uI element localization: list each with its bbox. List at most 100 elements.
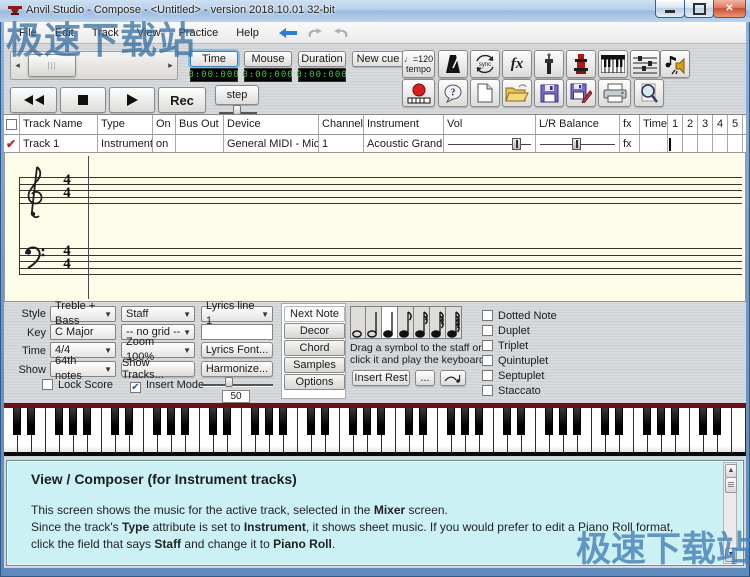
black-key[interactable] — [13, 408, 22, 435]
redo-icon[interactable] — [332, 27, 350, 39]
black-key[interactable] — [657, 408, 666, 435]
effects-button[interactable]: fx — [502, 50, 532, 78]
black-key[interactable] — [83, 408, 92, 435]
scroll-up-icon[interactable]: ▲ — [725, 464, 737, 478]
record-step-button[interactable]: Rec — [158, 87, 206, 113]
song-position-scrollbar[interactable]: ◂ ||| ▸ — [10, 51, 178, 80]
black-key[interactable] — [405, 408, 414, 435]
lock-score-checkbox[interactable]: Lock Score — [42, 379, 113, 391]
midi-input-button[interactable] — [566, 50, 596, 78]
black-key[interactable] — [461, 408, 470, 435]
col-instrument[interactable]: Instrument — [364, 115, 444, 134]
menu-help[interactable]: Help — [227, 24, 268, 42]
black-key[interactable] — [503, 408, 512, 435]
mixer-view-button[interactable] — [630, 50, 660, 78]
col-lr-balance[interactable]: L/R Balance — [536, 115, 620, 134]
select-all-checkbox[interactable] — [4, 115, 20, 134]
mouse-button[interactable]: Mouse — [244, 51, 292, 67]
save-as-button[interactable] — [566, 79, 596, 107]
black-key[interactable] — [615, 408, 624, 435]
black-key[interactable] — [153, 408, 162, 435]
note-sixtyfourth-button[interactable] — [446, 306, 462, 339]
new-song-button[interactable] — [470, 79, 500, 107]
help-scroll-thumb[interactable] — [725, 477, 737, 493]
black-key[interactable] — [419, 408, 428, 435]
col-measure-2[interactable]: 2 — [683, 115, 698, 134]
black-key[interactable] — [447, 408, 456, 435]
show-tracks-button[interactable]: Show Tracks... — [121, 361, 195, 377]
col-measure-4[interactable]: 4 — [713, 115, 728, 134]
black-key[interactable] — [27, 408, 36, 435]
col-type[interactable]: Type — [98, 115, 153, 134]
col-measure-1[interactable]: 1 — [668, 115, 683, 134]
black-key[interactable] — [125, 408, 134, 435]
black-key[interactable] — [475, 408, 484, 435]
note-quarter-button[interactable] — [382, 306, 398, 339]
black-key[interactable] — [573, 408, 582, 435]
lyrics-line-dropdown[interactable]: Lyrics line 1▼ — [201, 306, 273, 322]
scroll-right-icon[interactable]: ▸ — [164, 60, 177, 71]
black-key[interactable] — [713, 408, 722, 435]
score-editor[interactable]: 44 44 — [4, 152, 746, 302]
harmonize-button[interactable]: Harmonize... — [201, 361, 273, 377]
tab-next-note[interactable]: Next Note — [284, 306, 345, 322]
black-key[interactable] — [517, 408, 526, 435]
rewind-button[interactable] — [10, 87, 57, 113]
time-button[interactable]: Time — [190, 51, 238, 67]
tab-options[interactable]: Options — [284, 374, 345, 390]
menu-view[interactable]: View — [128, 24, 170, 42]
print-button[interactable] — [598, 79, 631, 107]
lyrics-font-button[interactable]: Lyrics Font... — [201, 342, 273, 358]
piano-view-button[interactable] — [598, 50, 628, 78]
help-button[interactable]: ? — [438, 79, 468, 107]
duplet-checkbox[interactable]: Duplet — [482, 325, 530, 337]
audio-jack-button[interactable] — [534, 50, 564, 78]
velocity-slider[interactable] — [201, 380, 273, 388]
black-key[interactable] — [349, 408, 358, 435]
undo-icon[interactable] — [306, 27, 324, 39]
minimize-button[interactable] — [655, 0, 685, 18]
black-key[interactable] — [559, 408, 568, 435]
col-time[interactable]: Time — [640, 115, 668, 134]
menu-edit[interactable]: Edit — [46, 24, 83, 42]
black-key[interactable] — [223, 408, 232, 435]
col-vol[interactable]: Vol — [444, 115, 536, 134]
open-song-button[interactable] — [502, 79, 532, 107]
black-key[interactable] — [307, 408, 316, 435]
piano-keyboard[interactable] — [4, 403, 746, 456]
quintuplet-checkbox[interactable]: Quintuplet — [482, 355, 548, 367]
note-half-button[interactable] — [366, 306, 382, 339]
menu-track[interactable]: Track — [83, 24, 128, 42]
col-bus-out[interactable]: Bus Out — [176, 115, 224, 134]
back-arrow-icon[interactable] — [278, 27, 298, 39]
more-options-button[interactable]: ... — [415, 370, 435, 386]
stop-button[interactable] — [60, 87, 106, 113]
note-sixteenth-button[interactable] — [414, 306, 430, 339]
col-on[interactable]: On — [153, 115, 176, 134]
black-key[interactable] — [111, 408, 120, 435]
black-key[interactable] — [181, 408, 190, 435]
black-key[interactable] — [545, 408, 554, 435]
audition-button[interactable] — [660, 50, 690, 78]
black-key[interactable] — [671, 408, 680, 435]
insert-mode-checkbox[interactable]: ✔Insert Mode — [130, 379, 204, 393]
triplet-checkbox[interactable]: Triplet — [482, 340, 528, 352]
play-button[interactable] — [109, 87, 155, 113]
print-preview-button[interactable] — [634, 79, 664, 107]
menu-file[interactable]: File — [10, 24, 46, 42]
lyrics-text-input[interactable] — [201, 324, 273, 340]
staccato-checkbox[interactable]: Staccato — [482, 385, 541, 397]
col-track-name[interactable]: Track Name — [20, 115, 98, 134]
piano-keys[interactable] — [4, 408, 746, 452]
black-key[interactable] — [377, 408, 386, 435]
record-button[interactable] — [402, 79, 435, 107]
col-measure-5[interactable]: 5 — [728, 115, 743, 134]
col-channel[interactable]: Channel — [319, 115, 364, 134]
note-thirtysecond-button[interactable] — [430, 306, 446, 339]
col-device[interactable]: Device — [224, 115, 319, 134]
black-key[interactable] — [363, 408, 372, 435]
tab-chord[interactable]: Chord — [284, 340, 345, 356]
note-eighth-button[interactable] — [398, 306, 414, 339]
black-key[interactable] — [167, 408, 176, 435]
black-key[interactable] — [279, 408, 288, 435]
